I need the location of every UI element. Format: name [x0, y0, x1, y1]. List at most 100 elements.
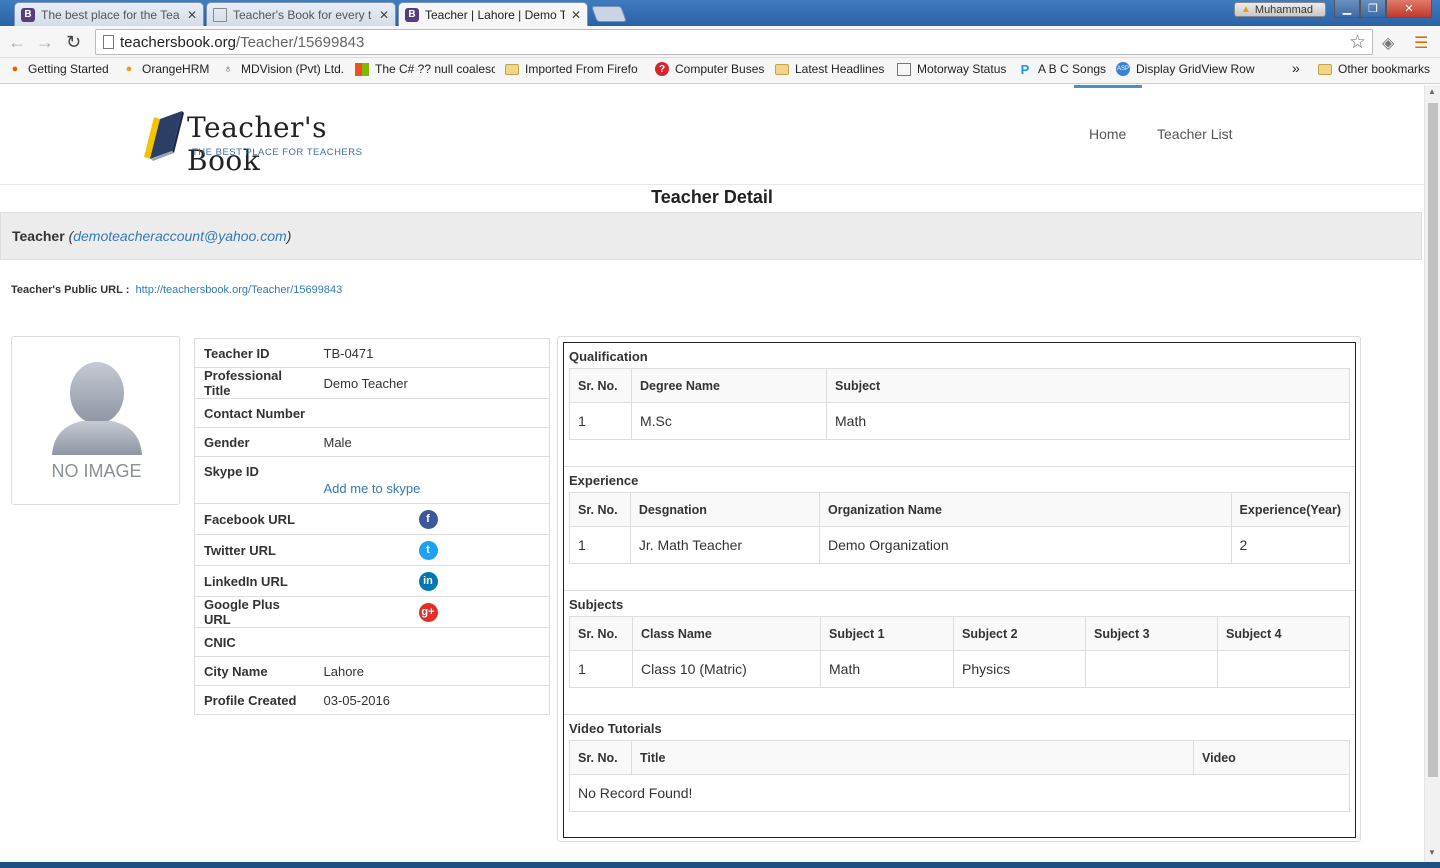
nav-teacher-list-link[interactable]: Teacher List [1157, 126, 1232, 142]
facebook-icon[interactable]: f [418, 509, 438, 529]
scroll-down-arrow-icon[interactable]: ▼ [1428, 848, 1436, 857]
info-key: Facebook URL [194, 503, 315, 535]
bookmark-gridview[interactable]: ASP Display GridView Row [1116, 62, 1256, 76]
info-row: Facebook URL f [194, 503, 550, 535]
teacher-label: Teacher [12, 228, 65, 244]
info-key: Twitter URL [194, 534, 315, 566]
table-row: 1 Jr. Math Teacher Demo Organization 2 [569, 526, 1351, 564]
logo-title: Teacher's Book [187, 111, 328, 177]
folder-icon [1318, 63, 1332, 75]
back-arrow-icon[interactable]: ← [8, 32, 26, 53]
bookmark-abc-songs[interactable]: P A B C Songs [1018, 62, 1108, 76]
close-tab-icon[interactable]: ✕ [379, 8, 389, 22]
bookmark-label: MDVision (Pvt) Ltd. [241, 62, 345, 76]
bookmark-mdvision[interactable]: ♁ MDVision (Pvt) Ltd. [221, 62, 347, 76]
reload-icon[interactable]: ↻ [66, 32, 81, 53]
column-header: Subject 3 [1085, 616, 1218, 651]
bookmark-label: OrangeHRM [142, 62, 210, 76]
bookmark-latest-headlines[interactable]: Latest Headlines [775, 62, 887, 76]
warning-icon: ▲ [1241, 4, 1251, 15]
table-cell: 2 [1230, 526, 1351, 564]
linkedin-icon[interactable]: in [418, 571, 438, 591]
public-url-label: Teacher's Public URL : [11, 284, 130, 296]
close-window-button[interactable]: ✕ [1386, 0, 1432, 18]
bookmark-star-icon[interactable]: ☆ [1349, 31, 1366, 54]
twitter-icon[interactable]: t [418, 540, 438, 560]
page-scrollbar[interactable]: ▲ ▼ [1424, 85, 1440, 862]
column-header: Desgnation [629, 492, 821, 527]
public-url-link[interactable]: http://teachersbook.org/Teacher/15699843 [135, 284, 342, 296]
teacher-info-table: Teacher ID TB-0471 Professional Title De… [194, 338, 550, 715]
no-image-text: NO IMAGE [51, 461, 142, 481]
info-row: Twitter URL t [194, 534, 550, 566]
teacher-email-link[interactable]: demoteacheraccount@yahoo.com [73, 228, 286, 244]
address-bar[interactable]: teachersbook.org/Teacher/15699843 [95, 29, 1373, 55]
table-cell: Jr. Math Teacher [629, 526, 821, 564]
bookmark-computer-buses[interactable]: ? Computer Buses [655, 62, 767, 76]
subjects-title: Subjects [569, 597, 624, 612]
browser-tab-1[interactable]: B The best place for the Tea ✕ [14, 2, 204, 26]
experience-title: Experience [569, 473, 639, 488]
site-logo[interactable]: Teacher's Book THE BEST PLACE FOR TEACHE… [142, 107, 372, 177]
browser-tab-3-active[interactable]: B Teacher | Lahore | Demo T ✕ [398, 2, 588, 26]
info-key: CNIC [194, 627, 315, 657]
browser-tab-2[interactable]: . Teacher's Book for every t ✕ [206, 2, 396, 26]
bookmark-csharp[interactable]: The C# ?? null coalesc [355, 62, 495, 76]
scroll-up-arrow-icon[interactable]: ▲ [1428, 87, 1436, 96]
bookmark-motorway[interactable]: Motorway Status [897, 62, 1009, 76]
menu-icon[interactable]: ☰ [1414, 33, 1428, 53]
info-key: Contact Number [194, 398, 315, 428]
new-tab-button[interactable] [591, 6, 627, 22]
bookmark-label: Imported From Firefo [525, 62, 638, 76]
orange-icon: ● [125, 63, 133, 75]
table-row: 1 M.Sc Math [569, 402, 1350, 440]
dropbox-icon[interactable]: ◈ [1382, 33, 1394, 53]
bookmark-label: Getting Started [28, 62, 109, 76]
column-header: Sr. No. [569, 616, 633, 651]
bookmark-label: Latest Headlines [795, 62, 885, 76]
maximize-button[interactable]: ❐ [1360, 0, 1386, 18]
table-row: No Record Found! [569, 774, 1350, 812]
table-cell: Physics [953, 650, 1086, 688]
nav-home-link[interactable]: Home [1089, 126, 1126, 142]
info-row: Profile Created 03-05-2016 [194, 685, 550, 715]
windows-icon [355, 62, 369, 76]
bookmark-imported[interactable]: Imported From Firefo [505, 62, 643, 76]
question-icon: ? [655, 62, 669, 76]
info-row: LinkedIn URL in [194, 565, 550, 597]
site-header: Teacher's Book THE BEST PLACE FOR TEACHE… [0, 85, 1424, 185]
scrollbar-thumb[interactable] [1428, 103, 1438, 777]
column-header: Organization Name [819, 492, 1232, 527]
other-bookmarks[interactable]: Other bookmarks [1318, 62, 1436, 76]
info-key: City Name [194, 656, 315, 686]
profile-button[interactable]: ▲ Muhammad [1234, 2, 1326, 17]
minimize-button[interactable]: ▁ [1334, 0, 1360, 18]
profile-name: Muhammad [1254, 3, 1313, 16]
empty-message: No Record Found! [569, 774, 1350, 812]
url-host: teachersbook.org [120, 33, 236, 51]
info-row: Professional Title Demo Teacher [194, 367, 550, 399]
column-header: Subject 4 [1217, 616, 1350, 651]
experience-table: Sr. No. Desgnation Organization Name Exp… [569, 492, 1351, 564]
folder-icon [775, 63, 789, 75]
details-panel: Qualification Sr. No. Degree Name Subjec… [557, 336, 1361, 842]
close-tab-icon[interactable]: ✕ [571, 8, 581, 22]
forward-arrow-icon[interactable]: → [36, 32, 54, 53]
bookmark-orangehrm[interactable]: ● OrangeHRM [122, 62, 216, 76]
google-plus-icon[interactable]: g+ [418, 602, 438, 622]
column-header: Class Name [632, 616, 821, 651]
skype-link[interactable]: Add me to skype [324, 481, 421, 496]
p-icon: P [1020, 62, 1030, 76]
info-row: Contact Number [194, 398, 550, 428]
info-value: Lahore [314, 656, 550, 686]
table-cell: 1 [569, 402, 632, 440]
bookmark-label: Motorway Status [917, 62, 1007, 76]
info-key: Profile Created [194, 685, 315, 715]
bookmark-getting-started[interactable]: ● Getting Started [8, 62, 116, 76]
table-row: 1 Class 10 (Matric) Math Physics [569, 650, 1350, 688]
close-tab-icon[interactable]: ✕ [187, 8, 197, 22]
info-row: Google Plus URL g+ [194, 596, 550, 628]
info-value: 03-05-2016 [314, 685, 550, 715]
browser-toolbar: ← → ↻ teachersbook.org/Teacher/15699843 [0, 26, 1440, 58]
bookmarks-overflow-button[interactable]: » [1292, 60, 1306, 76]
